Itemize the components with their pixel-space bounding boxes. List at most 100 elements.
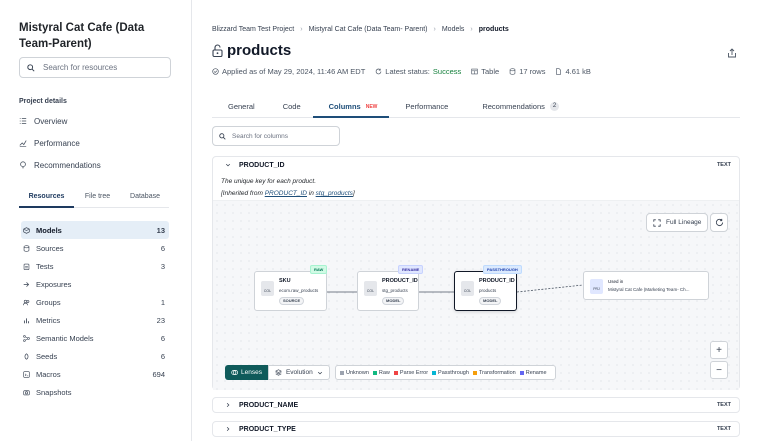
nav-overview[interactable]: Overview [19,110,179,132]
evolution-select[interactable]: Evolution [267,365,330,380]
resource-list: Models 13 Sources 6 Tests 3 Exposures Gr… [21,221,169,401]
tab-resources[interactable]: Resources [19,192,74,208]
search-placeholder: Search for columns [232,132,288,140]
resource-seeds[interactable]: Seeds 6 [21,347,169,365]
column-description: The unique key for each product. [Inheri… [213,173,739,203]
tab-label: General [228,102,255,111]
zoom-in-button[interactable]: + [710,341,728,359]
resource-count: 3 [160,261,165,271]
resource-count: 694 [152,369,165,379]
resource-macros[interactable]: Macros 694 [21,365,169,383]
lenses-button[interactable]: Lenses [225,365,268,380]
resource-label: Semantic Models [36,333,94,343]
row-count-text: 17 rows [519,67,546,76]
tab-database[interactable]: Database [121,192,169,208]
column-search-input[interactable]: Search for columns [212,126,340,146]
resource-tests[interactable]: Tests 3 [21,257,169,275]
inherited-model-link[interactable]: stg_products [316,190,353,197]
tab-recommendations[interactable]: Recommendations 2 [460,98,571,118]
resource-groups[interactable]: Groups 1 [21,293,169,311]
column-row[interactable]: PRODUCT_TYPE TEXT [212,421,740,437]
breadcrumb-item[interactable]: Blizzard Team Test Project [212,26,294,33]
nav-performance[interactable]: Performance [19,132,179,154]
resource-count: 13 [156,225,165,235]
exposure-icon [23,281,30,287]
column-row[interactable]: PRODUCT_NAME TEXT [212,397,740,413]
node-type: MODEL [382,297,405,305]
camera-icon [23,389,30,395]
column-name: PRODUCT_NAME [239,401,299,409]
resource-snapshots[interactable]: Snapshots [21,383,169,401]
file-icon [556,68,562,75]
database-icon [23,244,30,252]
resource-semantic-models[interactable]: Semantic Models 6 [21,329,169,347]
page-title: products [212,42,291,59]
sidebar: Mistyral Cat Cafe (Data Team-Parent) Sea… [0,0,192,441]
resource-models[interactable]: Models 13 [21,221,169,239]
tab-label: Performance [405,102,449,111]
share-icon [728,48,736,58]
lineage-node-stg[interactable]: RENAME COL PRODUCT_ID stg_products MODEL [357,265,424,311]
inherited-column-link[interactable]: PRODUCT_ID [265,190,307,197]
legend-label: Passthrough [438,369,469,376]
breadcrumb-item[interactable]: Models [442,26,465,33]
search-icon [27,63,35,72]
legend-swatch [372,370,377,375]
applied-at: Applied as of May 29, 2024, 11:46 AM EDT [212,67,365,76]
resource-label: Models [36,225,62,235]
lineage-node-downstream-project[interactable]: PRJ Used in Mistyral Cat Cafe (Marketing… [583,271,709,300]
lineage-node-current[interactable]: PASSTHROUGH COL PRODUCT_ID products MODE… [454,265,522,311]
resource-metrics[interactable]: Metrics 23 [21,311,169,329]
resource-tabs: Resources File tree Database [19,192,169,208]
row-count: 17 rows [509,67,545,76]
column-card-expanded: PRODUCT_ID TEXT The unique key for each … [212,156,740,390]
inherited-note: [Inherited from PRODUCT_ID in stg_produc… [221,188,731,200]
lineage-legend: Unknown Raw Parse Error Passthrough Tran… [334,365,556,380]
breadcrumb-item[interactable]: Mistyral Cat Cafe (Data Team- Parent) [309,26,428,33]
node-title: Used in [608,279,624,284]
legend-swatch [393,370,398,375]
legend-item: Passthrough [432,370,469,376]
seed-icon [24,352,29,360]
node-title: PRODUCT_ID [382,278,418,284]
lenses-label: Lenses [241,369,262,376]
nav-recommendations[interactable]: Recommendations [19,154,179,176]
node-type: SOURCE [279,297,305,305]
project-nav: Overview Performance Recommendations [19,110,179,176]
tab-general[interactable]: General [212,98,267,118]
column-header[interactable]: PRODUCT_ID TEXT [213,157,739,173]
legend-item: Parse Error [393,370,428,376]
evolution-label: Evolution [285,369,313,376]
lineage-node-source[interactable]: RAW COL SKU ecom.raw_products SOURCE [254,265,328,311]
node-tag: PASSTHROUGH [483,265,522,274]
search-icon [219,132,226,140]
legend-item: Raw [372,370,390,376]
breadcrumb-current: products [478,26,509,33]
resource-label: Metrics [36,315,61,325]
node-type: MODEL [479,297,502,305]
resource-count: 23 [156,315,165,325]
tab-performance[interactable]: Performance [389,98,460,118]
main-content: Blizzard Team Test Project › Mistyral Cat… [192,0,757,441]
resource-count: 6 [160,351,165,361]
clipboard-icon [23,263,30,270]
zoom-out-button[interactable]: − [710,361,728,379]
resource-count: 6 [160,243,165,253]
status-value: Success [432,67,462,76]
tab-file-tree[interactable]: File tree [74,192,121,208]
inherited-prefix: [Inherited from [221,190,265,197]
column-name: PRODUCT_TYPE [239,425,296,433]
node-subtitle: ecom.raw_products [279,288,319,293]
latest-status: Latest status: Success [375,67,461,76]
tab-columns[interactable]: Columns NEW [312,98,390,118]
project-title: Mistyral Cat Cafe (Data Team-Parent) [19,22,145,50]
lineage-graph[interactable]: Full Lineage RAW COL SKU ecom.raw_produc… [213,200,739,390]
share-button[interactable] [727,45,737,63]
resource-label: Snapshots [36,387,72,397]
resource-exposures[interactable]: Exposures [21,275,169,293]
resource-search-input[interactable]: Search for resources [19,57,171,78]
node-title: SKU [279,278,291,284]
resource-sources[interactable]: Sources 6 [21,239,169,257]
page-title-text: products [227,42,292,59]
tab-code[interactable]: Code [267,98,313,118]
